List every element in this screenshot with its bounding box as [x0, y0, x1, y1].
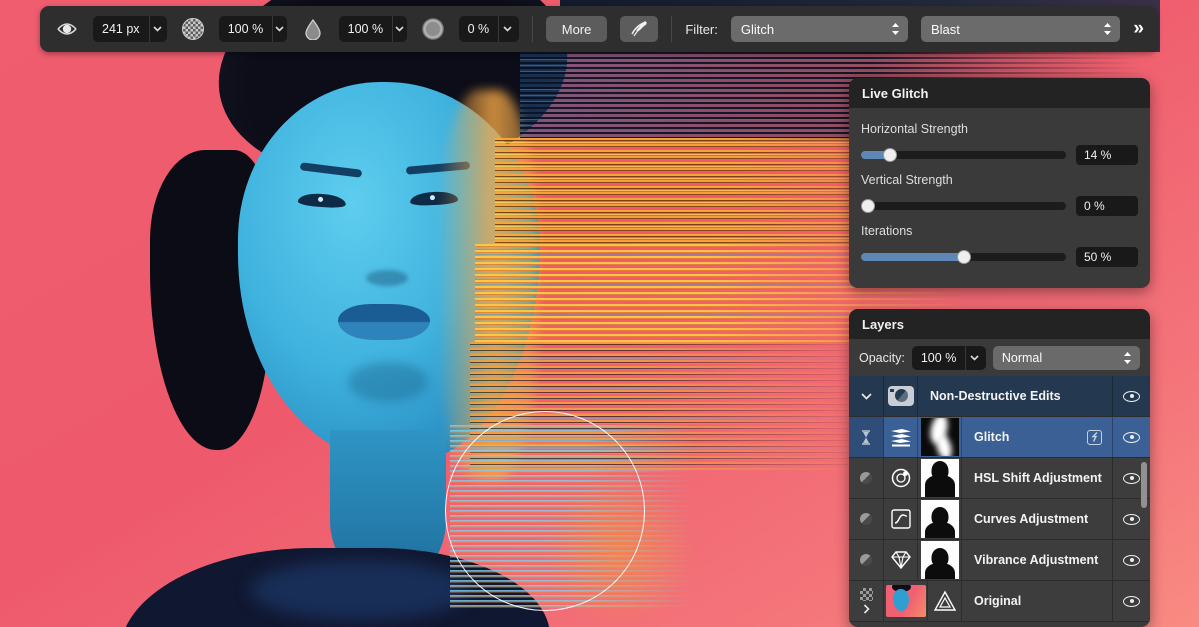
chevron-down-icon[interactable] — [965, 346, 982, 370]
filter-select[interactable]: Glitch — [731, 16, 908, 42]
embedded-document-icon — [928, 581, 962, 621]
vibrance-mask-thumbnail[interactable] — [918, 540, 962, 580]
brush-flow-select[interactable]: 100 % — [339, 16, 407, 42]
slider-thumb[interactable] — [883, 148, 897, 162]
chevron-down-icon[interactable] — [149, 16, 166, 42]
visibility-eye-icon[interactable] — [1112, 376, 1150, 416]
portrait-chin-shadow — [348, 362, 428, 402]
curves-adjustment-icon — [884, 499, 918, 539]
original-image-thumbnail[interactable] — [884, 581, 928, 621]
brush-width-select[interactable]: 241 px — [93, 16, 167, 42]
pixel-checker-icon — [860, 588, 873, 601]
app-window: 241 px 100 % 100 % 0 % More Filter: Glit… — [0, 0, 1199, 627]
chevron-down-icon[interactable] — [272, 16, 286, 42]
group-layer-icon — [884, 376, 918, 416]
layer-row-hsl-shift[interactable]: HSL Shift Adjustment — [849, 458, 1150, 499]
layer-name[interactable]: HSL Shift Adjustment — [962, 458, 1112, 498]
hsl-adjustment-icon — [884, 458, 918, 498]
horizontal-strength-slider[interactable] — [861, 151, 1066, 159]
slider-thumb[interactable] — [861, 199, 875, 213]
layer-name[interactable]: Original — [962, 581, 1112, 621]
live-glitch-panel: Live Glitch Horizontal Strength 14 % Ver… — [849, 78, 1150, 288]
brush-hardness-value: 0 % — [459, 16, 499, 42]
vibrance-adjustment-icon — [884, 540, 918, 580]
layer-name-text: Glitch — [974, 430, 1009, 444]
adjustment-halfcircle-icon — [849, 540, 884, 580]
flow-droplet-icon — [300, 16, 326, 42]
updown-arrows-icon — [891, 22, 900, 36]
pixel-layer-status[interactable] — [849, 581, 884, 621]
filter-mode-select[interactable]: Blast — [921, 16, 1120, 42]
filter-mode-select-value: Blast — [931, 22, 1103, 37]
horizontal-strength-value[interactable]: 14 % — [1076, 145, 1138, 165]
vertical-strength-slider[interactable] — [861, 202, 1066, 210]
portrait-lips — [338, 304, 430, 340]
toolbar-separator — [532, 16, 533, 42]
brush-width-icon — [54, 16, 80, 42]
layers-panel: Layers Opacity: 100 % Normal Non-Destruc… — [849, 309, 1150, 627]
iterations-value[interactable]: 50 % — [1076, 247, 1138, 267]
edit-target-hourglass-icon[interactable] — [849, 417, 884, 457]
visibility-eye-icon[interactable] — [1112, 540, 1150, 580]
iterations-label: Iterations — [861, 224, 1138, 238]
layer-opacity-value: 100 % — [912, 346, 965, 370]
layers-scrollbar[interactable] — [1141, 462, 1147, 508]
portrait-eye — [298, 192, 347, 208]
paint-brush-button[interactable] — [620, 16, 658, 42]
portrait-nose-shadow — [366, 270, 408, 286]
brush-flow-value: 100 % — [339, 16, 392, 42]
filter-label: Filter: — [685, 22, 718, 37]
blend-mode-value: Normal — [1002, 351, 1123, 365]
chevron-down-icon[interactable] — [392, 16, 406, 42]
brush-cursor-circle — [445, 411, 645, 611]
brush-width-value: 241 px — [93, 16, 149, 42]
iterations-slider[interactable] — [861, 253, 1066, 261]
layers-panel-title: Layers — [849, 309, 1150, 339]
curves-mask-thumbnail[interactable] — [918, 499, 962, 539]
vertical-strength-value[interactable]: 0 % — [1076, 196, 1138, 216]
slider-thumb[interactable] — [957, 250, 971, 264]
vertical-strength-label: Vertical Strength — [861, 173, 1138, 187]
hsl-mask-thumbnail[interactable] — [918, 458, 962, 498]
adjustment-halfcircle-icon — [849, 458, 884, 498]
hardness-icon — [420, 16, 446, 42]
layer-opacity-select[interactable]: 100 % — [912, 346, 986, 370]
visibility-eye-icon[interactable] — [1112, 581, 1150, 621]
layer-row-non-destructive-edits[interactable]: Non-Destructive Edits — [849, 376, 1150, 417]
context-toolbar: 241 px 100 % 100 % 0 % More Filter: Glit… — [40, 6, 1157, 52]
toolbar-separator — [671, 16, 672, 42]
layer-name[interactable]: Curves Adjustment — [962, 499, 1112, 539]
filter-select-value: Glitch — [741, 22, 891, 37]
group-expand-chevron-icon[interactable] — [849, 376, 884, 416]
updown-arrows-icon — [1103, 22, 1112, 36]
expand-chevron-right-icon — [863, 604, 870, 614]
layer-row-curves[interactable]: Curves Adjustment — [849, 499, 1150, 540]
blend-mode-select[interactable]: Normal — [993, 346, 1140, 370]
layer-name[interactable]: Glitch — [962, 417, 1112, 457]
brush-hardness-select[interactable]: 0 % — [459, 16, 519, 42]
live-glitch-panel-title: Live Glitch — [849, 78, 1150, 108]
layer-list: Non-Destructive Edits Glitch — [849, 376, 1150, 622]
adjustment-halfcircle-icon — [849, 499, 884, 539]
visibility-eye-icon[interactable] — [1112, 417, 1150, 457]
layer-row-original[interactable]: Original — [849, 581, 1150, 622]
layer-name[interactable]: Non-Destructive Edits — [918, 376, 1112, 416]
horizontal-strength-label: Horizontal Strength — [861, 122, 1138, 136]
layer-row-glitch[interactable]: Glitch — [849, 417, 1150, 458]
live-filter-layer-icon — [884, 417, 918, 457]
brush-opacity-value: 100 % — [219, 16, 272, 42]
chevron-down-icon[interactable] — [498, 16, 515, 42]
layer-row-vibrance[interactable]: Vibrance Adjustment — [849, 540, 1150, 581]
opacity-icon — [180, 16, 206, 42]
updown-arrows-icon — [1123, 351, 1132, 365]
portrait-eyebrow — [300, 162, 363, 177]
brush-opacity-select[interactable]: 100 % — [219, 16, 287, 42]
portrait-shoulder-highlight — [250, 560, 470, 620]
overflow-double-chevron-icon[interactable]: » — [1133, 18, 1143, 40]
opacity-label: Opacity: — [859, 351, 905, 365]
live-filter-badge-icon — [1087, 430, 1102, 445]
glitch-mask-thumbnail[interactable] — [918, 417, 962, 457]
more-button[interactable]: More — [546, 16, 608, 42]
layer-name[interactable]: Vibrance Adjustment — [962, 540, 1112, 580]
